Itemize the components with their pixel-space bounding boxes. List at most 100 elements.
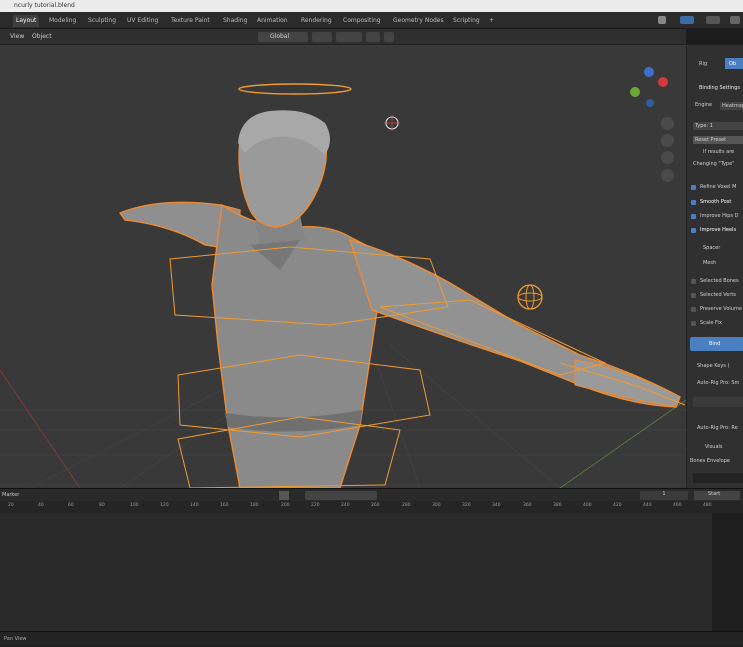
window-titlebar: ncurly tutorial.blend [0, 0, 743, 12]
tick-label: 460 [673, 503, 682, 508]
tab-scripting[interactable]: Scripting [450, 15, 483, 27]
timeline-end-region [712, 513, 743, 631]
tab-rendering[interactable]: Rendering [298, 15, 335, 27]
refine-label: Refine Voxel M [700, 184, 737, 190]
pivot-button[interactable] [312, 32, 332, 42]
gizmo-neg-z-icon[interactable] [646, 99, 654, 107]
current-frame-field[interactable]: 1 [640, 491, 688, 500]
navigation-gizmo[interactable] [628, 67, 674, 113]
tick-label: 20 [8, 503, 14, 508]
checkbox-selected-verts[interactable] [691, 293, 696, 298]
timeline-label[interactable]: Marker [2, 492, 19, 498]
tick-label: 220 [311, 503, 320, 508]
preserve-volume-label: Preserve Volume [700, 306, 742, 312]
tab-uv-editing[interactable]: UV Editing [124, 15, 161, 27]
tick-label: 140 [190, 503, 199, 508]
properties-sidebar: Rig Ob Binding Settings Engine Heatmap T… [686, 45, 743, 488]
workspace-tabs-bar: Layout Modeling Sculpting UV Editing Tex… [0, 12, 743, 29]
reset-preset-button[interactable]: Reset Preset [693, 136, 743, 144]
overlay-button[interactable] [384, 32, 394, 42]
start-field[interactable]: Start [694, 491, 740, 500]
view-layer-icon[interactable] [680, 16, 694, 24]
timeline-tracks[interactable] [0, 513, 743, 631]
halo-control[interactable] [238, 83, 352, 95]
sidebar-tab-rig[interactable]: Rig [699, 61, 707, 67]
menu-object[interactable]: Object [32, 32, 52, 42]
tick-label: 100 [130, 503, 139, 508]
timeline-ruler[interactable]: 20 40 60 80 100 120 140 160 180 200 220 … [0, 501, 743, 513]
smooth-label: Smooth Post [700, 199, 732, 205]
camera-icon[interactable] [661, 151, 674, 164]
tab-modeling[interactable]: Modeling [46, 15, 79, 27]
info-text: If results are [703, 149, 735, 155]
tab-layout[interactable]: Layout [13, 15, 40, 27]
tick-label: 200 [281, 503, 290, 508]
tab-shading[interactable]: Shading [220, 15, 250, 27]
tab-geometry-nodes[interactable]: Geometry Nodes [390, 15, 447, 27]
sphere-control[interactable] [517, 284, 543, 310]
bind-label: Bind [709, 341, 721, 347]
hips-label: Improve Hips D [700, 213, 739, 219]
bones-envelope-label: Bones Envelope [690, 458, 730, 464]
pro-smooth-label[interactable]: Auto-Rig Pro: Sm [697, 380, 739, 386]
checkbox-refine[interactable] [691, 185, 696, 190]
tick-label: 400 [583, 503, 592, 508]
gizmo-x-icon[interactable] [658, 77, 668, 87]
tab-animation[interactable]: Animation [254, 15, 291, 27]
tick-label: 340 [492, 503, 501, 508]
mesh-label[interactable]: Mesh [703, 260, 716, 266]
tick-label: 440 [643, 503, 652, 508]
sidebar-tab-ob[interactable]: Ob [729, 61, 736, 67]
engine-label: Engine [695, 102, 713, 108]
options-icon[interactable] [730, 16, 740, 24]
snap-button[interactable] [336, 32, 362, 42]
tick-label: 320 [462, 503, 471, 508]
changing-text: Changing "Type" [693, 161, 735, 167]
tick-label: 180 [250, 503, 259, 508]
checkbox-hips[interactable] [691, 214, 696, 219]
checkbox-smooth[interactable] [691, 200, 696, 205]
gizmo-y-icon[interactable] [630, 87, 640, 97]
checkbox-scale-fix[interactable] [691, 321, 696, 326]
binding-section-title[interactable]: Binding Settings [699, 85, 740, 91]
checkbox-preserve-volume[interactable] [691, 307, 696, 312]
add-workspace-button[interactable]: + [486, 15, 497, 27]
viewport-scene [0, 83, 686, 488]
timeline-header: Marker 1 Start [0, 488, 743, 501]
viewport-header: View Object Global [0, 29, 686, 45]
orientation-label: Global [270, 33, 290, 40]
proportional-button[interactable] [366, 32, 380, 42]
engine-dropdown[interactable]: Heatmap [720, 102, 743, 110]
pan-icon[interactable] [661, 134, 674, 147]
bones-field[interactable] [693, 473, 743, 483]
3d-viewport[interactable] [0, 45, 686, 488]
scene-icon[interactable] [658, 16, 666, 24]
tick-label: 120 [160, 503, 169, 508]
render-icon[interactable] [706, 16, 720, 24]
zoom-icon[interactable] [661, 117, 674, 130]
shape-keys-label[interactable]: Shape Keys ( [697, 363, 729, 369]
tab-compositing[interactable]: Compositing [340, 15, 384, 27]
status-text: Pan View [4, 636, 27, 642]
type-field[interactable]: Type: 1 [693, 122, 743, 130]
window-title: ncurly tutorial.blend [14, 2, 75, 9]
spacer-label[interactable]: Spacer [703, 245, 720, 251]
pro-rest-label[interactable]: Auto-Rig Pro: Re [697, 425, 738, 431]
tick-label: 160 [220, 503, 229, 508]
checkbox-heels[interactable] [691, 228, 696, 233]
pro-field[interactable] [693, 397, 743, 407]
menu-view[interactable]: View [10, 32, 24, 42]
x-axis-line [0, 369, 81, 488]
heels-label: Improve Heels [700, 227, 737, 233]
keyframe-button[interactable] [279, 491, 289, 500]
tick-label: 60 [68, 503, 74, 508]
tick-label: 480 [703, 503, 712, 508]
gizmo-z-icon[interactable] [644, 67, 654, 77]
checkbox-selected-bones[interactable] [691, 279, 696, 284]
selected-verts-label: Selected Verts [700, 292, 736, 298]
perspective-icon[interactable] [661, 169, 674, 182]
playback-controls[interactable] [305, 491, 377, 500]
visuals-label[interactable]: Visuals [705, 444, 723, 450]
tab-texture-paint[interactable]: Texture Paint [168, 15, 213, 27]
tab-sculpting[interactable]: Sculpting [85, 15, 119, 27]
